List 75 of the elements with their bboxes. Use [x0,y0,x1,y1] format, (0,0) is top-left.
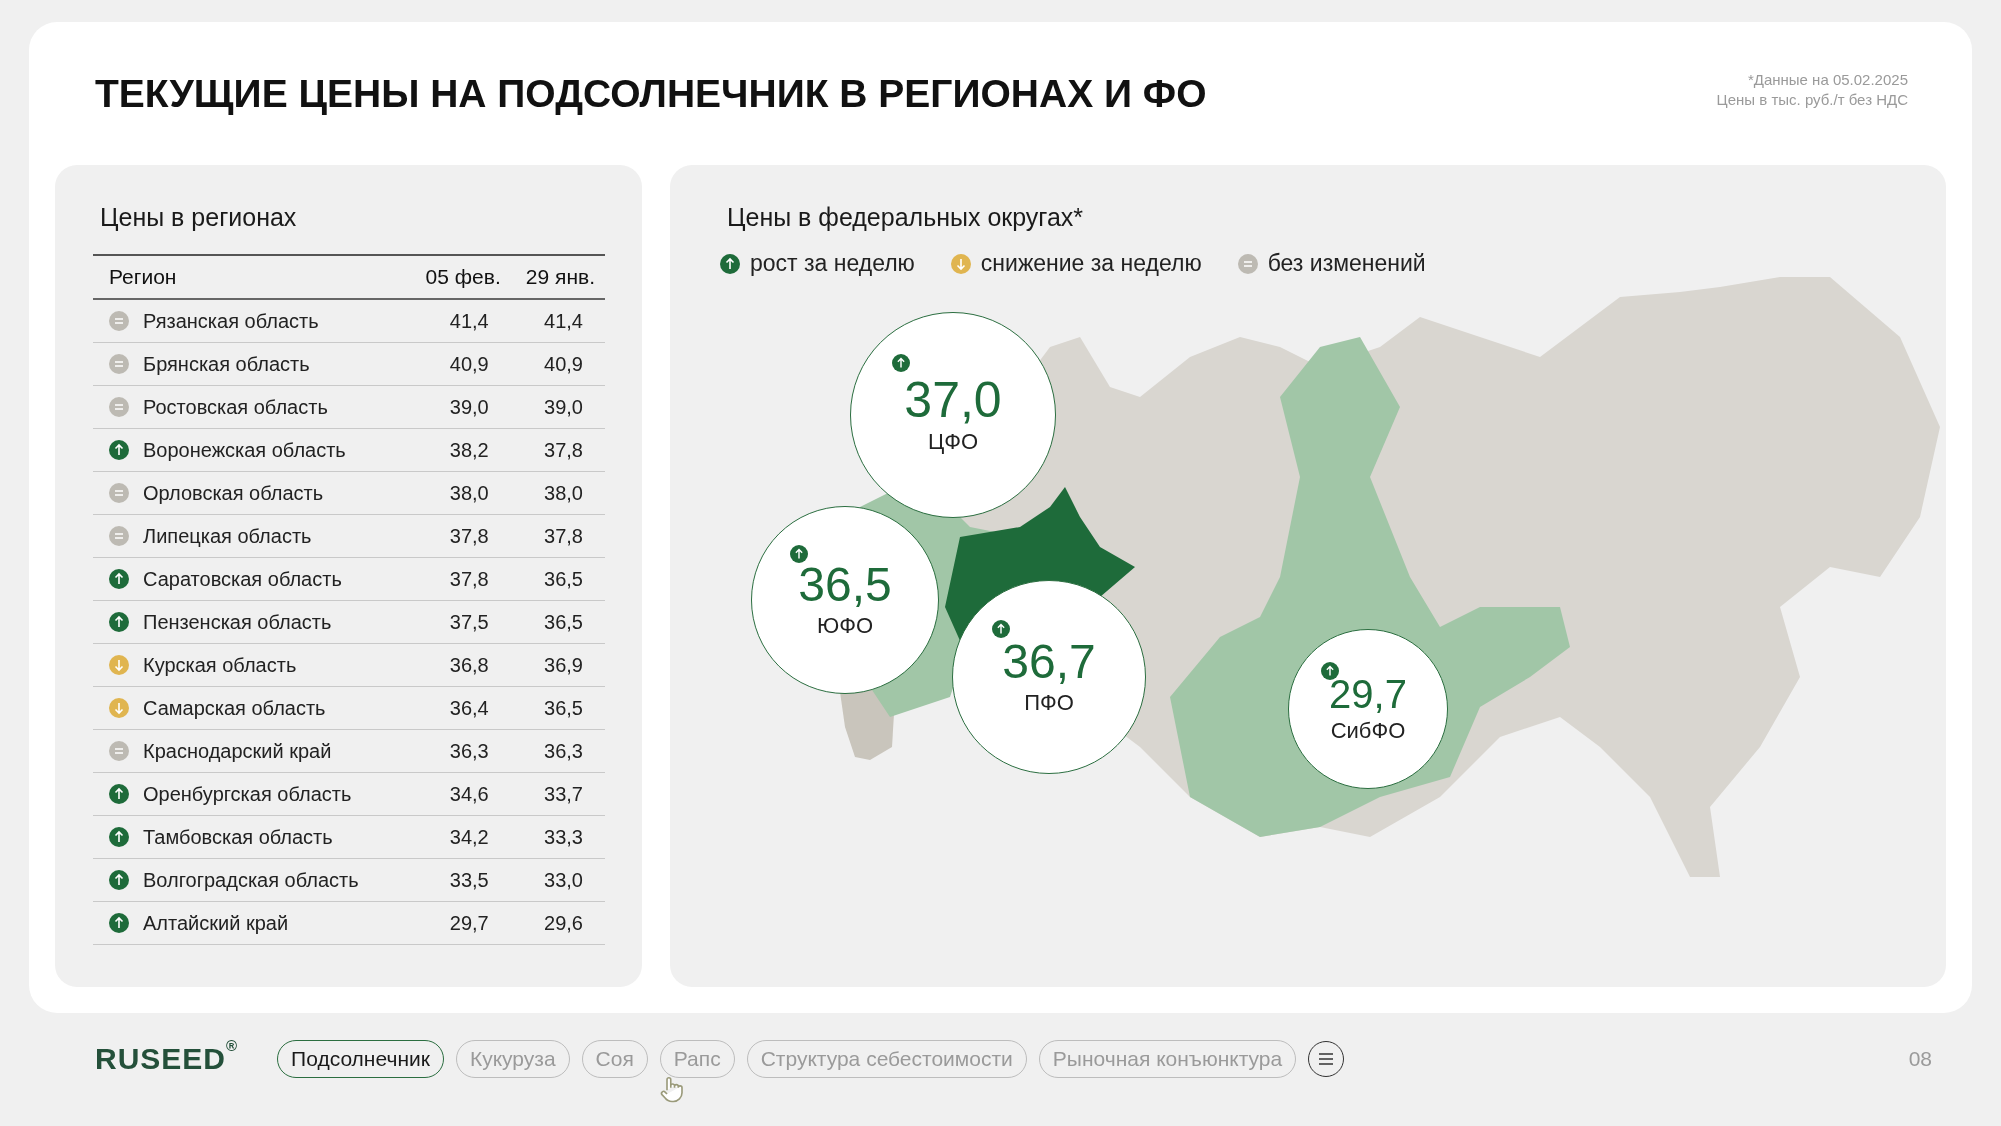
price-cell: 38,0 [409,471,511,515]
district-name: ПФО [1024,690,1074,716]
price-cell: 40,9 [510,342,605,386]
equals-icon [109,526,129,546]
price-cell: 33,7 [510,772,605,816]
legend-label: без изменений [1267,250,1426,277]
region-name: Алтайский край [143,911,289,935]
price-cell: 33,3 [510,815,605,859]
region-name: Саратовская область [143,567,342,591]
district-price: 36,5 [798,561,892,609]
price-cell: 37,5 [409,600,511,644]
logo: RUSEED [95,1042,227,1076]
region-name: Самарская область [143,696,326,720]
price-cell: 37,8 [409,557,511,601]
price-cell: 40,9 [409,342,511,386]
region-name: Курская область [143,653,297,677]
price-cell: 41,4 [510,299,605,343]
region-name: Брянская область [143,352,310,376]
panel-title: Цены в регионах [100,203,298,232]
price-cell: 36,5 [510,686,605,730]
price-cell: 33,5 [409,858,511,902]
region-name: Волгоградская область [143,868,359,892]
column-header: 05 фев. [409,255,511,299]
region-name: Орловская область [143,481,324,505]
price-cell: 37,8 [510,514,605,558]
price-cell: 36,4 [409,686,511,730]
menu-icon [1317,1052,1336,1066]
price-cell: 37,8 [510,428,605,472]
price-cell: 36,3 [409,729,511,773]
region-name: Тамбовская область [143,825,333,849]
panel-title: Цены в федеральных округах* [727,203,1085,232]
region-name: Краснодарский край [143,739,332,763]
district-price: 37,0 [904,375,1002,425]
price-cell: 39,0 [510,385,605,429]
price-cell: 36,5 [510,557,605,601]
equals-icon [1237,253,1258,274]
footnote: Цены в тыс. руб./т без НДС [1716,90,1908,110]
price-cell: 36,5 [510,600,605,644]
price-cell: 29,6 [510,901,605,945]
column-header: 29 янв. [510,255,605,299]
equals-icon [109,397,129,417]
legend-label: рост за неделю [750,250,915,277]
equals-icon [109,354,129,374]
region-name: Рязанская область [143,309,319,333]
district-name: ЦФО [927,429,979,455]
price-cell: 37,8 [409,514,511,558]
price-cell: 36,8 [409,643,511,687]
page-number: 08 [1908,1047,1932,1071]
region-name: Ростовская область [143,395,328,419]
district-price: 36,7 [1002,638,1096,686]
region-name: Воронежская область [143,438,346,462]
price-cell: 34,2 [409,815,511,859]
footnote: *Данные на 05.02.2025 [1746,70,1908,90]
price-cell: 29,7 [409,901,511,945]
price-cell: 41,4 [409,299,511,343]
price-cell: 39,0 [409,385,511,429]
equals-icon [109,311,129,331]
region-name: Пензенская область [143,610,332,634]
region-name: Оренбургская область [143,782,352,806]
region-name: Липецкая область [143,524,312,548]
price-cell: 34,6 [409,772,511,816]
registered-mark: ® [226,1037,238,1054]
price-cell: 38,2 [409,428,511,472]
price-cell: 36,9 [510,643,605,687]
column-header: Регион [93,255,410,299]
equals-icon [109,741,129,761]
legend-label: снижение за неделю [980,250,1202,277]
price-cell: 36,3 [510,729,605,773]
equals-icon [109,483,129,503]
price-cell: 38,0 [510,471,605,515]
district-name: СибФО [1330,718,1406,744]
district-name: ЮФО [816,613,874,639]
price-cell: 33,0 [510,858,605,902]
district-price: 29,7 [1329,674,1407,714]
page-title: ТЕКУЩИЕ ЦЕНЫ НА ПОДСОЛНЕЧНИК В РЕГИОНАХ И ФО [95,72,1207,116]
